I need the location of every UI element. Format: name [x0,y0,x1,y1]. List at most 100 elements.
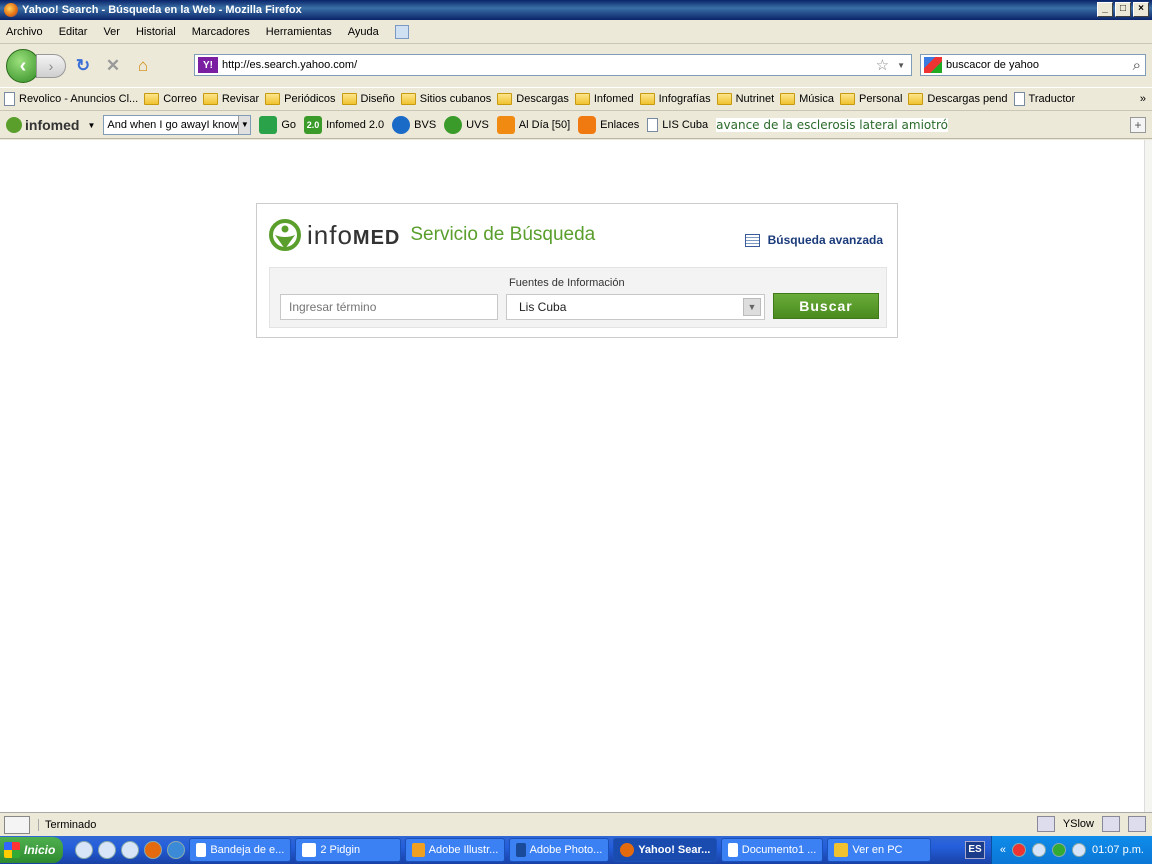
bookmark-star-icon[interactable]: ☆ [876,56,889,74]
bookmark-sitios-cubanos[interactable]: Sitios cubanos [400,93,491,105]
news-ticker[interactable]: avance de la esclerosis lateral amiotróp [716,118,949,132]
start-button[interactable]: Inicio [0,837,64,863]
sources-select[interactable]: Lis Cuba ▼ [506,294,765,320]
menu-historial[interactable]: Historial [136,26,176,38]
toolbar-menu-dropdown-icon[interactable]: ▼ [87,121,95,130]
bookmark-descargas[interactable]: Descargas [497,93,569,105]
quicklaunch-app-icon[interactable] [121,841,140,859]
navigation-toolbar: ‹ › ↻ ✕ ⌂ Y! http://es.search.yahoo.com/… [0,45,1152,87]
menu-extension-icon[interactable] [394,24,409,39]
toolbar-search-combo[interactable]: And when I go awayI know ▼ [103,115,252,135]
task-bandeja[interactable]: Bandeja de e... [189,838,292,862]
tray-expand-chevron[interactable]: « [1000,844,1006,856]
bookmark-nutrinet[interactable]: Nutrinet [716,93,774,105]
task-pidgin[interactable]: 2 Pidgin [295,838,402,862]
toolbar-infomed20[interactable]: 2.0 Infomed 2.0 [304,116,384,134]
toolbar-lis-cuba[interactable]: LIS Cuba [647,118,708,132]
firebug-icon[interactable] [1036,816,1055,832]
task-yahoo-search[interactable]: Yahoo! Sear... [613,838,718,862]
reload-icon[interactable]: ↻ [70,54,96,78]
minimize-button[interactable]: _ [1097,2,1113,17]
menu-ver[interactable]: Ver [103,26,120,38]
bookmark-descargas-pend[interactable]: Descargas pend [908,93,1008,105]
advanced-search-link[interactable]: Búsqueda avanzada [744,233,883,247]
menu-editar[interactable]: Editar [59,26,88,38]
infomed-toolbar-logo[interactable]: infomed [6,117,79,133]
bookmarks-overflow-chevron-icon[interactable]: » [1140,93,1146,105]
toolbar-enlaces[interactable]: Enlaces [578,116,639,134]
infomed-toolbar: infomed ▼ And when I go awayI know ▼ Go 2… [0,112,1152,139]
bookmark-infografias[interactable]: Infografías [639,93,711,105]
folder-icon [834,843,849,857]
tray-volume-icon[interactable] [1072,843,1087,857]
task-ver-en-pc[interactable]: Ver en PC [827,838,932,862]
windows-logo-icon [4,842,20,858]
folder-icon [908,93,924,105]
system-tray: « 01:07 p.m. [990,836,1152,864]
menu-bar: Archivo Editar Ver Historial Marcadores … [0,20,1152,44]
page-scrollbar[interactable] [1144,140,1152,812]
menu-ayuda[interactable]: Ayuda [348,26,379,38]
bookmark-musica[interactable]: Música [780,93,834,105]
url-text[interactable]: http://es.search.yahoo.com/ [222,59,876,71]
brand-wordmark: infoMED [307,219,401,250]
tray-network-icon[interactable] [1032,843,1047,857]
bookmark-revisar[interactable]: Revisar [202,93,259,105]
brand-service-title: Servicio de Búsqueda [410,224,596,245]
search-box-value[interactable]: buscacor de yahoo [946,59,1133,71]
url-bar[interactable]: Y! http://es.search.yahoo.com/ ☆ ▼ [194,54,912,76]
url-dropdown-icon[interactable]: ▼ [897,61,905,70]
menu-marcadores[interactable]: Marcadores [192,26,250,38]
search-engine-icon[interactable] [924,57,942,73]
page-status-icon[interactable] [1128,816,1146,832]
rss-icon [496,116,515,134]
search-button[interactable]: Buscar [773,293,879,319]
close-button[interactable]: × [1133,2,1149,17]
toolbar-aldia[interactable]: Al Día [50] [496,116,570,134]
menu-herramientas[interactable]: Herramientas [266,26,332,38]
window-controls: _ □ × [1097,2,1149,17]
task-documento1[interactable]: Documento1 ... [721,838,824,862]
tray-antivirus-icon[interactable] [1012,843,1027,857]
bookmark-periodicos[interactable]: Periódicos [265,93,336,105]
forward-button[interactable]: › [36,54,66,78]
bookmark-correo[interactable]: Correo [144,93,197,105]
combo-dropdown-icon[interactable]: ▼ [238,116,251,134]
back-button[interactable]: ‹ [6,49,40,83]
maximize-button[interactable]: □ [1115,2,1131,17]
firefox-icon[interactable] [144,841,163,859]
search-panel: Fuentes de Información Lis Cuba ▼ Buscar [269,267,887,328]
language-indicator[interactable]: ES [965,841,985,859]
folder-icon [716,93,732,105]
toolbar-go-button[interactable]: Go [259,116,296,134]
task-photoshop[interactable]: Adobe Photo... [509,838,610,862]
word-icon [728,843,738,857]
clock: 01:07 p.m. [1092,844,1144,856]
menu-archivo[interactable]: Archivo [6,26,43,38]
toolbar-uvs[interactable]: UVS [444,116,489,134]
quicklaunch-app-icon[interactable] [75,841,94,859]
quicklaunch-app-icon[interactable] [98,841,117,859]
bookmark-personal[interactable]: Personal [839,93,902,105]
add-tab-icon[interactable]: + [1130,117,1146,133]
search-icon[interactable]: ⌕ [1133,57,1141,74]
select-dropdown-icon[interactable]: ▼ [743,298,761,316]
yslow-button[interactable]: YSlow [1063,818,1094,830]
stop-icon[interactable]: ✕ [100,54,126,78]
home-icon[interactable]: ⌂ [130,54,156,78]
mail-icon [196,843,207,857]
bookmark-revolico[interactable]: Revolico - Anuncios Cl... [4,92,138,106]
sync-icon[interactable] [1102,816,1120,832]
internet-explorer-icon[interactable] [167,841,186,859]
infomed20-icon: 2.0 [304,116,323,134]
search-term-input[interactable] [280,294,498,320]
bookmark-traductor[interactable]: Traductor [1013,92,1075,106]
bookmark-infomed[interactable]: Infomed [574,93,634,105]
toolbar-bvs[interactable]: BVS [392,116,436,134]
tray-safely-remove-icon[interactable] [1052,843,1067,857]
task-illustrator[interactable]: Adobe Illustr... [405,838,506,862]
search-card: infoMED Servicio de Búsqueda Búsqueda av… [256,203,898,338]
folder-icon [400,93,416,105]
bookmark-diseno[interactable]: Diseño [341,93,395,105]
web-search-box[interactable]: buscacor de yahoo ⌕ [920,54,1146,76]
